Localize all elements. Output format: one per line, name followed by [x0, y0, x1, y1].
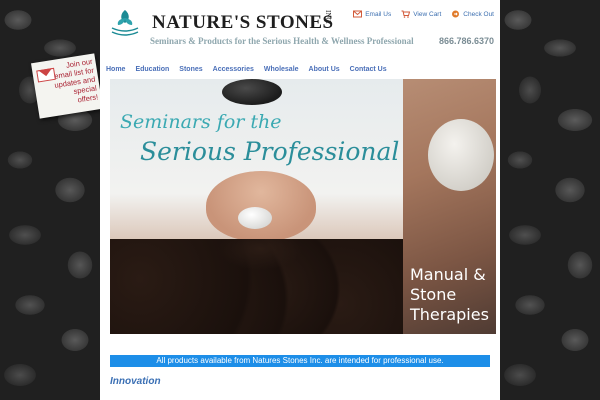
- hero-side-caption: Manual & Stone Therapies: [410, 265, 489, 324]
- cart-icon: [401, 10, 411, 18]
- hero-hair: [110, 239, 403, 334]
- phone-number: 866.786.6370: [438, 36, 494, 46]
- leaf-logo-icon: [111, 10, 139, 36]
- check-out-label: Check Out: [463, 10, 494, 18]
- email-signup-card[interactable]: Join our email list for updates and spec…: [31, 53, 103, 119]
- nav-stones[interactable]: Stones: [179, 66, 202, 73]
- envelope-icon: [353, 10, 363, 18]
- check-out-link[interactable]: Check Out: [451, 10, 494, 18]
- stones-background-right: [500, 0, 600, 400]
- checkout-icon: [452, 10, 460, 18]
- hero-headline-line1: Seminars for the: [120, 111, 282, 133]
- top-links: Email Us View Cart Check Out: [353, 10, 494, 18]
- nav-home[interactable]: Home: [106, 66, 125, 73]
- nav-wholesale[interactable]: Wholesale: [264, 66, 299, 73]
- brand-name: NATURE'S STONES: [152, 12, 334, 33]
- tagline: Seminars & Products for the Serious Heal…: [150, 36, 414, 46]
- section-title-innovation: Innovation: [110, 376, 161, 387]
- nav-education[interactable]: Education: [135, 66, 169, 73]
- main-page: NATURE'S STONES INC. Seminars & Products…: [100, 0, 500, 400]
- view-cart-label: View Cart: [413, 10, 442, 18]
- hero-hand-stone: [428, 119, 494, 191]
- nav-accessories[interactable]: Accessories: [213, 66, 254, 73]
- view-cart-link[interactable]: View Cart: [401, 10, 441, 18]
- professional-use-notice: All products available from Natures Ston…: [110, 355, 490, 367]
- nav-contact-us[interactable]: Contact Us: [350, 66, 387, 73]
- hero-face: [206, 171, 316, 241]
- hero-white-stone: [238, 207, 272, 229]
- main-nav: Home Education Stones Accessories Wholes…: [106, 66, 387, 73]
- hero-black-stone: [222, 79, 282, 105]
- hero-banner[interactable]: Seminars for the Serious Professional Ma…: [110, 79, 496, 334]
- email-signup-text: Join our email list for updates and spec…: [53, 56, 99, 105]
- hero-headline-line2: Serious Professional: [140, 137, 400, 166]
- email-us-label: Email Us: [365, 10, 392, 18]
- nav-about-us[interactable]: About Us: [309, 66, 340, 73]
- brand-inc: INC.: [324, 10, 332, 24]
- email-us-link[interactable]: Email Us: [353, 10, 391, 18]
